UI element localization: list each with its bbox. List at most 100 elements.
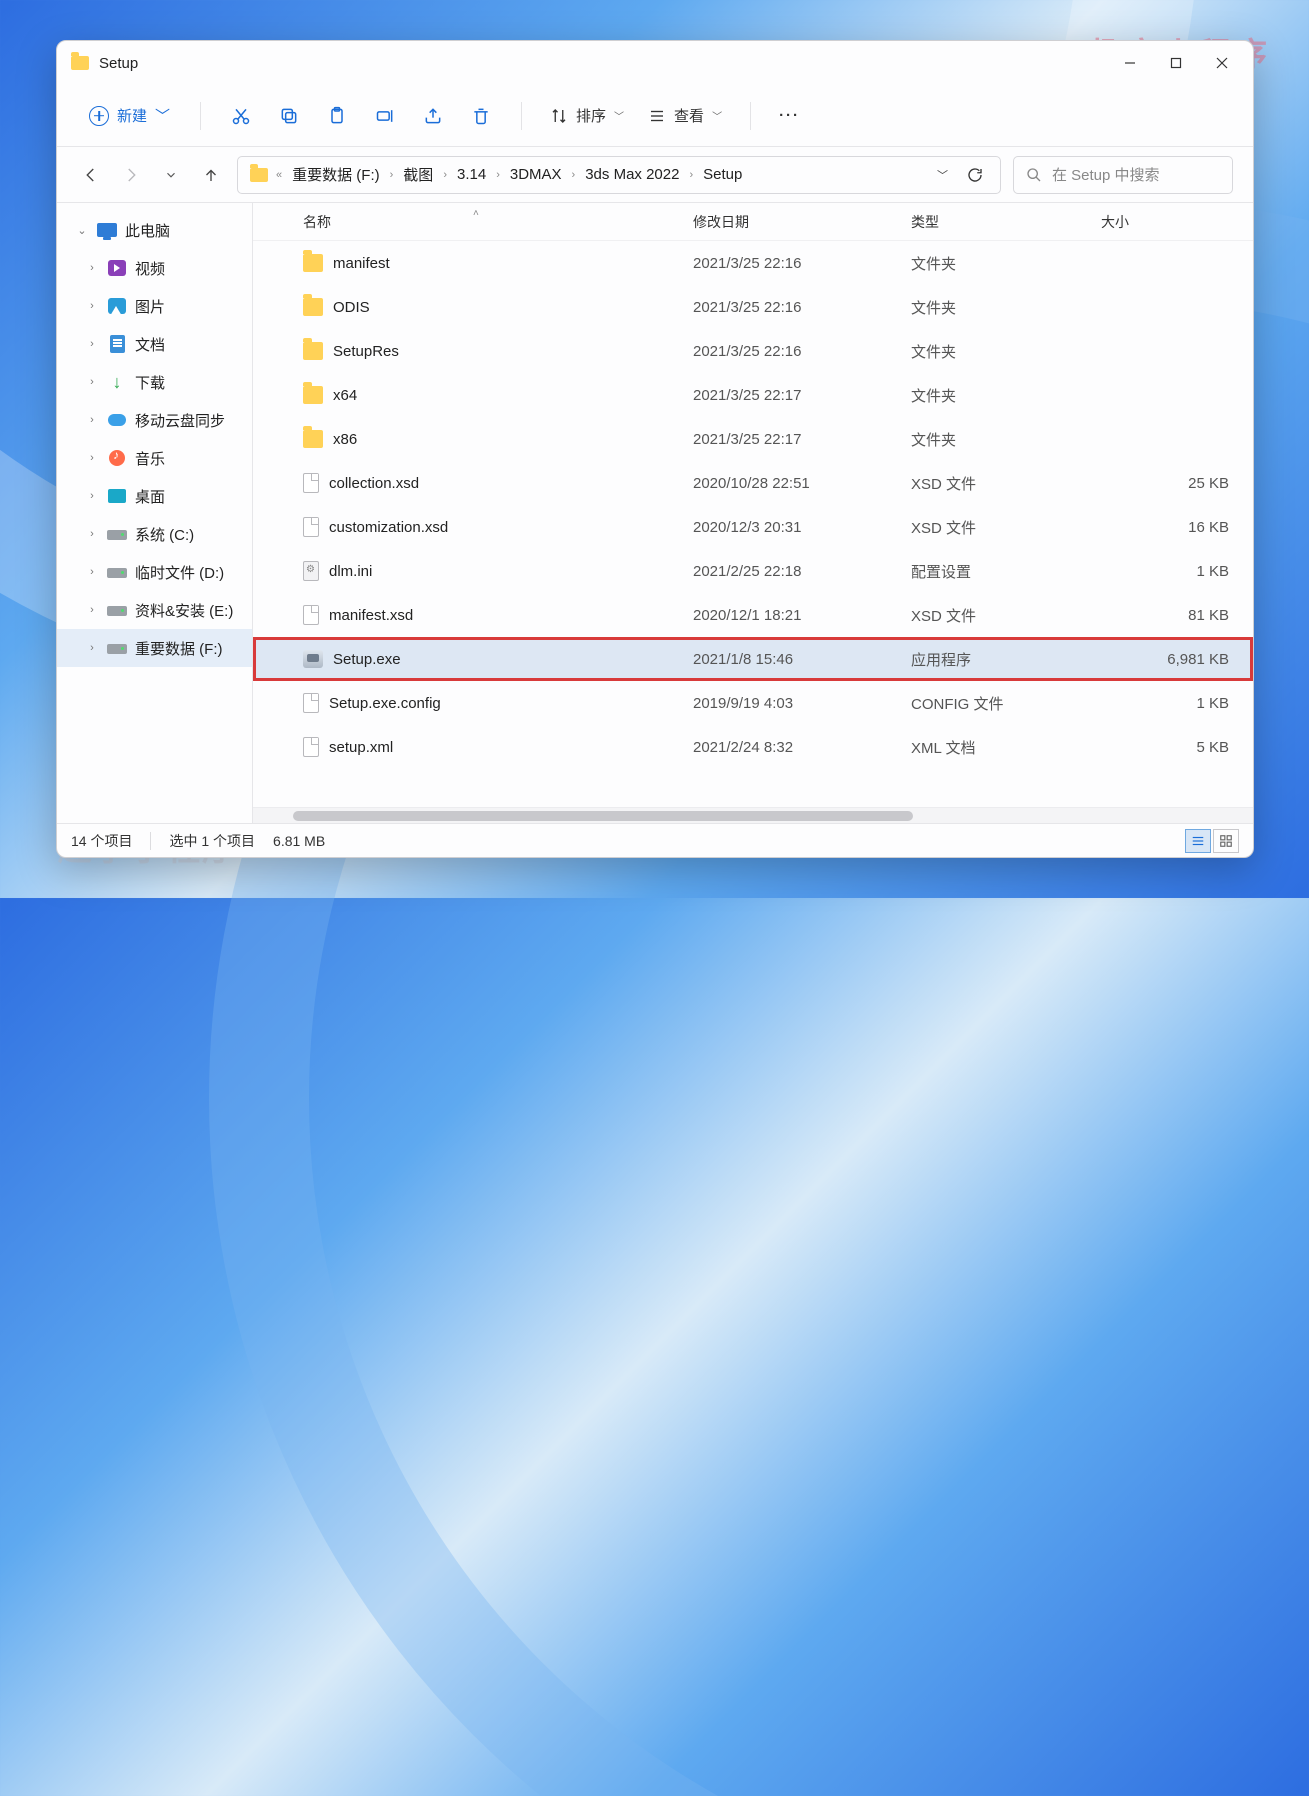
file-date: 2021/1/8 15:46 — [693, 651, 911, 668]
nav-row: « 重要数据 (F:) › 截图 › 3.14 › 3DMAX › 3ds Ma… — [57, 147, 1253, 203]
file-row[interactable]: collection.xsd 2020/10/28 22:51 XSD 文件 2… — [253, 461, 1253, 505]
file-type: 文件夹 — [911, 385, 1101, 406]
folder-icon — [250, 168, 268, 182]
delete-button[interactable] — [459, 94, 503, 138]
share-button[interactable] — [411, 94, 455, 138]
file-size: 25 KB — [1101, 475, 1235, 492]
chevron-right-icon: › — [85, 414, 99, 426]
col-type[interactable]: 类型 — [911, 212, 1101, 232]
recent-button[interactable] — [157, 161, 185, 189]
file-row[interactable]: Setup.exe 2021/1/8 15:46 应用程序 6,981 KB — [253, 637, 1253, 681]
up-button[interactable] — [197, 161, 225, 189]
sidebar-item[interactable]: › 音乐 — [57, 439, 252, 477]
rename-button[interactable] — [363, 94, 407, 138]
exe-icon — [303, 650, 323, 668]
file-size: 6,981 KB — [1101, 651, 1235, 668]
back-button[interactable] — [77, 161, 105, 189]
file-type: XSD 文件 — [911, 517, 1101, 538]
file-name: x64 — [333, 387, 357, 404]
address-bar[interactable]: « 重要数据 (F:) › 截图 › 3.14 › 3DMAX › 3ds Ma… — [237, 156, 1001, 194]
col-name[interactable]: 名称 ˄ — [303, 212, 693, 232]
sidebar-item[interactable]: › 图片 — [57, 287, 252, 325]
file-row[interactable]: x64 2021/3/25 22:17 文件夹 — [253, 373, 1253, 417]
file-row[interactable]: customization.xsd 2020/12/3 20:31 XSD 文件… — [253, 505, 1253, 549]
crumb-overflow[interactable]: « — [276, 169, 282, 181]
sidebar-item-label: 移动云盘同步 — [135, 410, 225, 431]
chevron-right-icon: › — [572, 169, 576, 181]
folder-icon — [303, 386, 323, 404]
file-row[interactable]: x86 2021/3/25 22:17 文件夹 — [253, 417, 1253, 461]
sidebar-item[interactable]: › 文档 — [57, 325, 252, 363]
view-grid-button[interactable] — [1213, 829, 1239, 853]
file-row[interactable]: SetupRes 2021/3/25 22:16 文件夹 — [253, 329, 1253, 373]
file-row[interactable]: manifest 2021/3/25 22:16 文件夹 — [253, 241, 1253, 285]
cut-button[interactable] — [219, 94, 263, 138]
file-type: 文件夹 — [911, 297, 1101, 318]
search-input[interactable]: 在 Setup 中搜索 — [1013, 156, 1233, 194]
file-type: 配置设置 — [911, 561, 1101, 582]
file-list[interactable]: manifest 2021/3/25 22:16 文件夹 ODIS 2021/3… — [253, 241, 1253, 807]
search-placeholder: 在 Setup 中搜索 — [1052, 164, 1160, 185]
file-type: XSD 文件 — [911, 473, 1101, 494]
crumb-item[interactable]: 3.14 — [451, 162, 492, 187]
separator — [200, 102, 201, 130]
col-date[interactable]: 修改日期 — [693, 212, 911, 232]
cloud-icon — [107, 411, 127, 429]
status-selection: 选中 1 个项目 — [169, 831, 255, 851]
sidebar-item[interactable]: › 资料&安装 (E:) — [57, 591, 252, 629]
status-bar: 14 个项目 选中 1 个项目 6.81 MB — [57, 823, 1253, 857]
file-date: 2020/10/28 22:51 — [693, 475, 911, 492]
address-dropdown[interactable]: ﹀ — [937, 167, 948, 183]
sidebar-item-label: 图片 — [135, 296, 165, 317]
drv-icon — [107, 601, 127, 619]
file-row[interactable]: dlm.ini 2021/2/25 22:18 配置设置 1 KB — [253, 549, 1253, 593]
chevron-right-icon: › — [85, 566, 99, 578]
sidebar-item[interactable]: › ↓ 下载 — [57, 363, 252, 401]
chevron-right-icon: › — [85, 452, 99, 464]
crumb-item[interactable]: 3DMAX — [504, 162, 568, 187]
refresh-button[interactable] — [966, 166, 984, 184]
crumb-root[interactable]: 重要数据 (F:) — [286, 160, 386, 189]
chevron-right-icon: › — [496, 169, 500, 181]
paste-button[interactable] — [315, 94, 359, 138]
sidebar-item[interactable]: › 移动云盘同步 — [57, 401, 252, 439]
file-size: 81 KB — [1101, 607, 1235, 624]
sidebar-item[interactable]: › 视频 — [57, 249, 252, 287]
file-row[interactable]: ODIS 2021/3/25 22:16 文件夹 — [253, 285, 1253, 329]
sort-button[interactable]: 排序 ﹀ — [540, 99, 634, 132]
forward-button[interactable] — [117, 161, 145, 189]
file-icon — [303, 737, 319, 757]
col-size[interactable]: 大小 — [1101, 212, 1235, 232]
new-button[interactable]: 新建 ﹀ — [77, 99, 182, 132]
file-date: 2021/3/25 22:16 — [693, 343, 911, 360]
folder-icon — [303, 430, 323, 448]
file-size: 5 KB — [1101, 739, 1235, 756]
sidebar-item-thispc[interactable]: ⌄ 此电脑 — [57, 211, 252, 249]
sidebar-item[interactable]: › 系统 (C:) — [57, 515, 252, 553]
close-button[interactable] — [1199, 46, 1245, 80]
sidebar-item[interactable]: › 重要数据 (F:) — [57, 629, 252, 667]
minimize-button[interactable] — [1107, 46, 1153, 80]
file-icon — [303, 517, 319, 537]
file-row[interactable]: setup.xml 2021/2/24 8:32 XML 文档 5 KB — [253, 725, 1253, 769]
view-button[interactable]: 查看 ﹀ — [638, 99, 732, 132]
sidebar-item[interactable]: › 桌面 — [57, 477, 252, 515]
file-row[interactable]: Setup.exe.config 2019/9/19 4:03 CONFIG 文… — [253, 681, 1253, 725]
crumb-item[interactable]: Setup — [697, 162, 748, 187]
drv-icon — [107, 525, 127, 543]
file-row[interactable]: manifest.xsd 2020/12/1 18:21 XSD 文件 81 K… — [253, 593, 1253, 637]
caret-down-icon: ⌄ — [75, 224, 89, 237]
file-type: XML 文档 — [911, 737, 1101, 758]
view-details-button[interactable] — [1185, 829, 1211, 853]
music-icon — [107, 449, 127, 467]
folder-icon — [303, 342, 323, 360]
horizontal-scrollbar[interactable] — [253, 807, 1253, 823]
crumb-item[interactable]: 截图 — [397, 160, 439, 189]
maximize-button[interactable] — [1153, 46, 1199, 80]
sidebar-item[interactable]: › 临时文件 (D:) — [57, 553, 252, 591]
crumb-item[interactable]: 3ds Max 2022 — [579, 162, 685, 187]
copy-button[interactable] — [267, 94, 311, 138]
chevron-down-icon: ﹀ — [712, 108, 722, 123]
file-size: 1 KB — [1101, 695, 1235, 712]
more-button[interactable]: ··· — [769, 101, 810, 130]
